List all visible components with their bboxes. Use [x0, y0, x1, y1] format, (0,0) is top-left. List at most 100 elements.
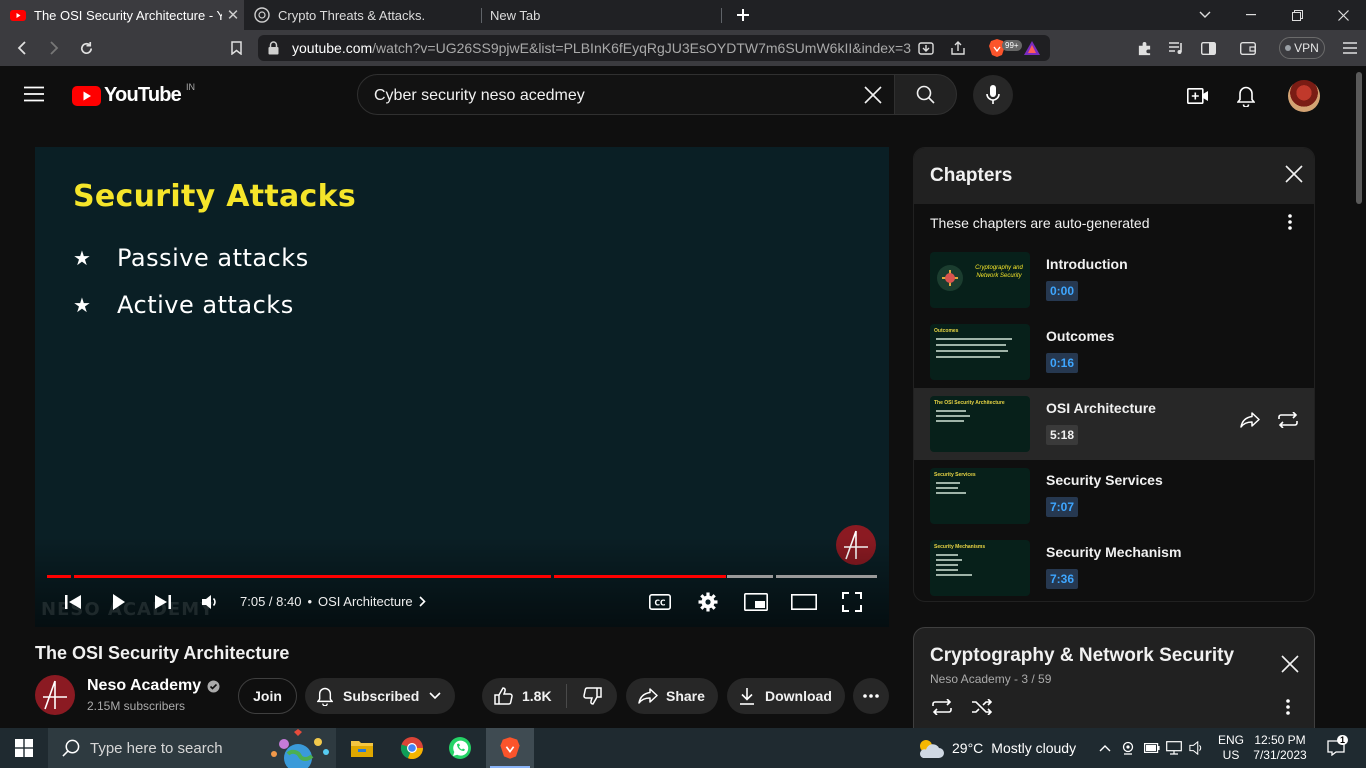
chapter-item[interactable]: Outcomes Outcomes 0:16	[914, 316, 1314, 388]
media-queue-button[interactable]	[1160, 30, 1192, 66]
bookmark-button[interactable]	[220, 30, 252, 66]
search-highlight-illustration-icon[interactable]	[264, 728, 336, 768]
battery-button[interactable]	[1141, 728, 1163, 768]
browser-menu-button[interactable]	[1334, 30, 1366, 66]
settings-button[interactable]	[694, 587, 722, 617]
address-bar[interactable]: youtube.com/watch?v=UG26SS9pjwE&list=PLB…	[258, 35, 1050, 61]
dislike-button[interactable]	[567, 678, 617, 714]
tab-close-icon[interactable]: ✕	[222, 6, 244, 24]
miniplayer-button[interactable]	[742, 587, 770, 617]
share-button[interactable]: Share	[626, 678, 718, 714]
taskbar-search-input[interactable]: Type here to search	[48, 728, 336, 768]
taskbar-clock[interactable]: 12:50 PM 7/31/2023	[1248, 733, 1312, 763]
share-arrow-icon[interactable]	[1240, 412, 1260, 428]
repeat-icon[interactable]	[1277, 412, 1299, 428]
chapter-item[interactable]: Security Mechanisms Security Mechanism 7…	[914, 532, 1314, 601]
chevron-down-icon	[1199, 11, 1211, 18]
chapter-item[interactable]: Security Services Security Services 7:07	[914, 460, 1314, 532]
create-button[interactable]	[1182, 80, 1214, 112]
chapters-panel: Chapters These chapters are auto-generat…	[913, 147, 1315, 602]
install-app-icon[interactable]	[918, 40, 934, 56]
webcam-icon	[1122, 741, 1134, 755]
notifications-button[interactable]	[1230, 80, 1262, 112]
video-player[interactable]: Security Attacks ★ Passive attacks ★ Act…	[35, 147, 889, 627]
fullscreen-icon	[842, 592, 862, 612]
progress-bar[interactable]	[47, 575, 877, 578]
brave-rewards-icon[interactable]	[1023, 40, 1041, 56]
taskbar-chrome[interactable]	[388, 728, 436, 768]
search-input[interactable]: Cyber security neso acedmey	[357, 74, 895, 115]
sidebar-button[interactable]	[1192, 30, 1224, 66]
new-tab-button[interactable]	[722, 0, 764, 30]
tab-new-tab[interactable]: New Tab	[482, 0, 720, 30]
start-button[interactable]	[0, 728, 48, 768]
shuffle-icon[interactable]	[971, 699, 993, 715]
network-button[interactable]	[1163, 728, 1185, 768]
chapter-item[interactable]: Cryptography and Network Security Introd…	[914, 244, 1314, 316]
chapter-timestamp[interactable]: 7:07	[1046, 497, 1079, 517]
chapter-timestamp[interactable]: 0:00	[1046, 281, 1079, 301]
clear-search-button[interactable]	[858, 80, 888, 110]
play-button[interactable]	[105, 587, 133, 617]
show-hidden-icons-button[interactable]	[1095, 728, 1115, 768]
close-icon[interactable]	[1281, 655, 1299, 673]
tab-search-button[interactable]	[1182, 0, 1228, 30]
volume-button[interactable]	[1185, 728, 1207, 768]
download-icon	[740, 688, 754, 705]
account-avatar[interactable]	[1288, 80, 1320, 112]
taskbar-whatsapp[interactable]	[436, 728, 484, 768]
chapter-timestamp[interactable]: 5:18	[1046, 425, 1079, 445]
tab-osi-security[interactable]: The OSI Security Architecture - Yo ✕	[0, 0, 244, 30]
next-button[interactable]	[149, 587, 177, 617]
more-actions-button[interactable]	[853, 678, 889, 714]
mute-button[interactable]	[195, 587, 223, 617]
thumbnail-line	[936, 492, 966, 494]
restore-button[interactable]	[1274, 0, 1320, 30]
taskbar-file-explorer[interactable]	[338, 728, 386, 768]
download-button[interactable]: Download	[727, 678, 845, 714]
chapter-item-active[interactable]: The OSI Security Architecture OSI Archit…	[914, 388, 1314, 460]
forward-button[interactable]	[38, 30, 70, 66]
more-vertical-icon[interactable]	[1286, 699, 1290, 715]
captions-button[interactable]: CC	[646, 587, 674, 617]
more-vertical-icon[interactable]	[1288, 214, 1292, 230]
chapter-timestamp[interactable]: 0:16	[1046, 353, 1079, 373]
channel-name[interactable]: Neso Academy	[87, 677, 220, 695]
thumbnail-line	[936, 482, 960, 484]
previous-button[interactable]	[59, 587, 87, 617]
tab-crypto-threats[interactable]: Crypto Threats & Attacks.	[244, 0, 480, 30]
like-count: 1.8K	[522, 688, 552, 704]
close-window-button[interactable]	[1320, 0, 1366, 30]
extensions-button[interactable]	[1128, 30, 1160, 66]
youtube-logo[interactable]: YouTube IN	[72, 82, 195, 107]
back-button[interactable]	[6, 30, 38, 66]
theater-mode-button[interactable]	[790, 587, 818, 617]
subscribed-button[interactable]: Subscribed	[305, 678, 455, 714]
vpn-button[interactable]: VPN	[1279, 37, 1325, 59]
scrollbar-thumb[interactable]	[1356, 72, 1362, 204]
like-button[interactable]: 1.8K	[482, 678, 566, 714]
share-page-icon[interactable]	[950, 40, 966, 56]
guide-menu-icon[interactable]	[24, 86, 44, 102]
notification-center-button[interactable]: 1	[1322, 728, 1350, 768]
minimize-button[interactable]	[1228, 0, 1274, 30]
loop-playlist-icon[interactable]	[931, 699, 953, 715]
current-chapter-label: OSI Architecture	[318, 594, 413, 609]
fullscreen-button[interactable]	[838, 587, 866, 617]
voice-search-button[interactable]	[973, 75, 1013, 115]
page-scrollbar[interactable]	[1352, 66, 1366, 728]
search-button[interactable]	[894, 74, 957, 115]
join-button[interactable]: Join	[238, 678, 297, 714]
chapter-timestamp[interactable]: 7:36	[1046, 569, 1079, 589]
wallet-button[interactable]	[1232, 30, 1264, 66]
close-icon[interactable]	[1284, 164, 1304, 184]
reload-button[interactable]	[70, 30, 102, 66]
brave-shields-button[interactable]: 99+	[988, 38, 1024, 58]
meet-now-button[interactable]	[1117, 728, 1139, 768]
channel-avatar[interactable]	[35, 675, 75, 715]
taskbar-brave[interactable]	[486, 728, 534, 768]
playlist-title[interactable]: Cryptography & Network Security	[930, 645, 1234, 667]
weather-widget[interactable]: 29°C Mostly cloudy	[916, 728, 1076, 768]
input-language-button[interactable]: ENG US	[1218, 733, 1244, 763]
current-chapter-button[interactable]: OSI Architecture	[318, 594, 426, 609]
